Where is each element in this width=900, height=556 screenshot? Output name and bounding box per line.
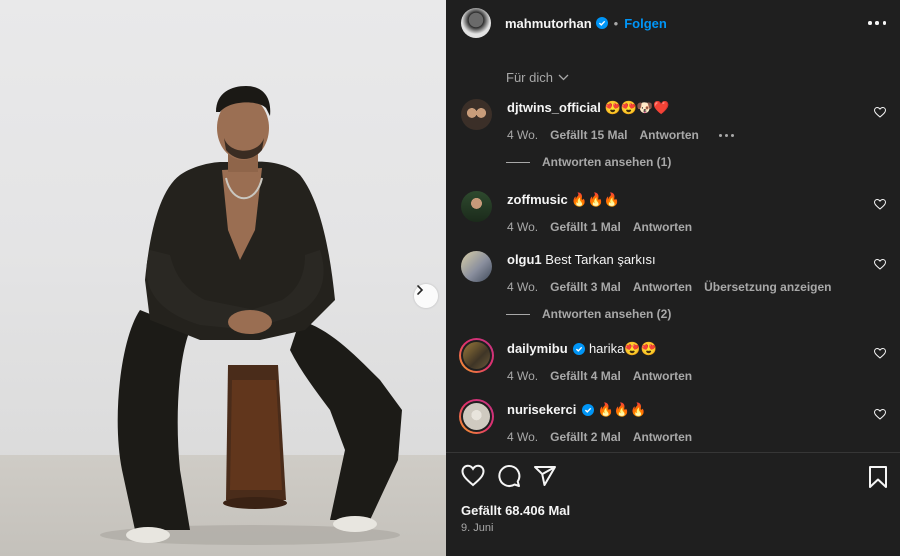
comment-likes[interactable]: Gefällt 4 Mal [550,369,621,383]
view-replies-button[interactable]: Antworten ansehen (2) [506,307,671,321]
comment-more-icon[interactable] [718,133,734,137]
comment-age: 4 Wo. [507,430,539,444]
author-avatar[interactable] [461,8,491,38]
filter-label: Für dich [506,70,553,85]
comment-likes[interactable]: Gefällt 1 Mal [550,220,621,234]
follow-button[interactable]: Folgen [624,16,667,31]
comment-filter[interactable]: Für dich [506,70,569,85]
comment-avatar [463,342,490,369]
heart-icon[interactable] [874,107,886,118]
comment-avatar-story-ring[interactable] [459,399,494,434]
like-count[interactable]: Gefällt 68.406 Mal [461,503,570,518]
heart-icon[interactable] [874,259,886,270]
verified-icon [595,17,608,29]
instagram-post-modal: mahmutorhan • Folgen Für dich djtwins_of… [0,0,900,556]
comment-avatar[interactable] [461,251,492,282]
more-options-icon[interactable] [868,14,886,32]
comments-panel: mahmutorhan • Folgen Für dich djtwins_of… [446,0,900,556]
chevron-right-icon [417,285,424,295]
comment-text: harika😍😍 [588,341,657,356]
comment-icon[interactable] [497,464,521,488]
verified-icon [573,343,586,355]
reply-button[interactable]: Antworten [640,128,699,142]
comment-username[interactable]: olgu1 [507,252,542,267]
reply-button[interactable]: Antworten [633,369,692,383]
action-bar [461,464,557,488]
comment-avatar [463,403,490,430]
bookmark-icon[interactable] [868,466,888,488]
comment-text: Best Tarkan şarkısı [545,252,656,267]
post-photo[interactable] [0,0,446,556]
comment-username[interactable]: nurisekerci [507,402,576,417]
comment-avatar[interactable] [461,99,492,130]
like-heart-icon[interactable] [461,464,485,488]
next-image-button[interactable] [414,284,438,308]
photo-illustration [100,86,402,545]
comment-username[interactable]: djtwins_official [507,100,601,115]
actions-divider [446,452,900,453]
comment-age: 4 Wo. [507,128,539,142]
comment-age: 4 Wo. [507,369,539,383]
heart-icon[interactable] [874,348,886,359]
comment-username[interactable]: dailymibu [507,341,568,356]
comment-likes[interactable]: Gefällt 3 Mal [550,280,621,294]
heart-icon[interactable] [874,199,886,210]
post-header: mahmutorhan • Folgen [446,0,900,46]
comment-text: 🔥🔥🔥 [571,192,620,207]
reply-button[interactable]: Antworten [633,280,692,294]
comment-username[interactable]: zoffmusic [507,192,568,207]
comment-text: 😍😍🐶❤️ [604,100,670,115]
verified-icon [582,404,594,416]
separator-dot: • [613,15,619,31]
view-replies-button[interactable]: Antworten ansehen (1) [506,155,671,169]
comment-avatar[interactable] [461,191,492,222]
heart-icon[interactable] [874,409,886,420]
comment-age: 4 Wo. [507,220,539,234]
comment-avatar-story-ring[interactable] [459,338,494,373]
comment-age: 4 Wo. [507,280,539,294]
comment-text: 🔥🔥🔥 [597,402,647,417]
author-username[interactable]: mahmutorhan [505,16,592,31]
comment-likes[interactable]: Gefällt 2 Mal [550,430,621,444]
reply-button[interactable]: Antworten [633,430,692,444]
reply-button[interactable]: Antworten [633,220,692,234]
share-icon[interactable] [533,464,557,488]
comment-likes[interactable]: Gefällt 15 Mal [550,128,627,142]
translate-button[interactable]: Übersetzung anzeigen [704,280,831,294]
chevron-down-icon [558,74,569,81]
post-date: 9. Juni [461,522,494,534]
